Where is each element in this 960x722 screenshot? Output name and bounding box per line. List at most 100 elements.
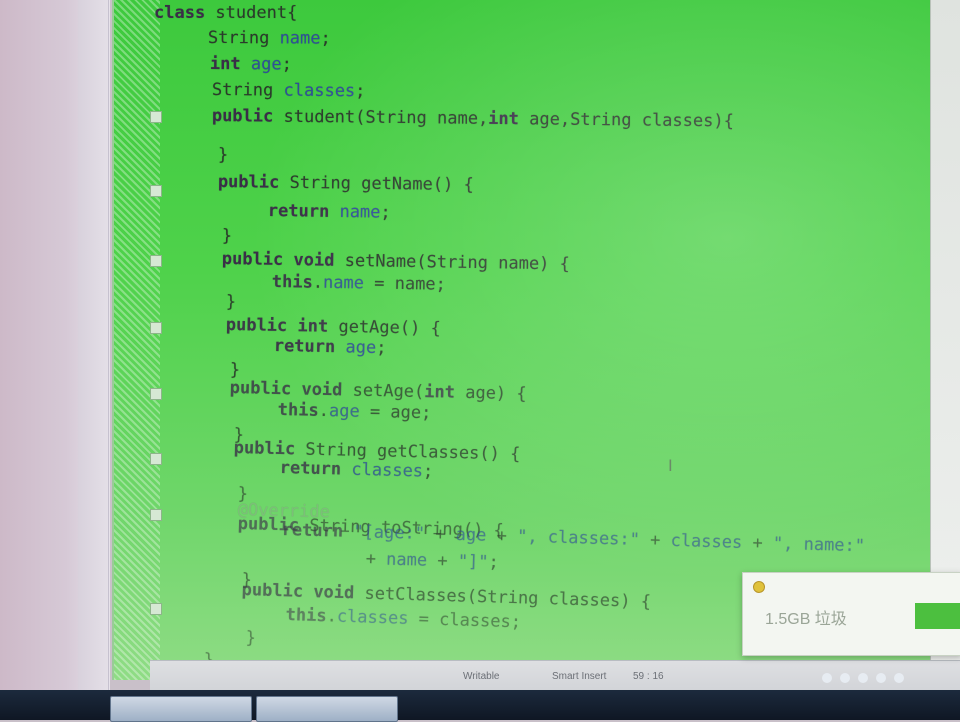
- code-line[interactable]: this.age = age;: [278, 400, 432, 423]
- code-keyword: public: [233, 438, 296, 460]
- tray-icon[interactable]: [840, 673, 850, 683]
- code-keyword: int: [424, 382, 456, 403]
- code-field: name: [385, 549, 428, 571]
- fold-marker-icon[interactable]: [150, 509, 162, 521]
- volume-icon[interactable]: [876, 673, 886, 683]
- code-line[interactable]: return name;: [268, 201, 391, 223]
- code-field: classes: [283, 80, 356, 102]
- text-cursor-icon: I: [668, 456, 673, 475]
- code-line[interactable]: String classes;: [212, 80, 366, 101]
- code-line[interactable]: this.name = name;: [272, 272, 446, 295]
- code-text: +: [486, 525, 518, 547]
- code-text: String: [207, 28, 280, 49]
- editor-gutter: [114, 0, 160, 680]
- code-text: +: [426, 550, 459, 572]
- code-field: age: [455, 524, 487, 546]
- code-keyword: int: [297, 316, 329, 337]
- fold-marker-icon[interactable]: [150, 453, 162, 465]
- code-line[interactable]: public void setName(String name) {: [222, 249, 570, 274]
- code-line[interactable]: public void setAge(int age) {: [230, 378, 527, 404]
- eclipse-left-panel-edge: [78, 0, 109, 690]
- code-line[interactable]: + name + "]";: [365, 549, 499, 573]
- taskbar-app-button[interactable]: [110, 696, 252, 722]
- status-cursor-position: 59 : 16: [633, 671, 664, 682]
- code-text: = age;: [359, 401, 432, 424]
- code-text: String: [211, 80, 284, 101]
- code-field: age: [250, 54, 282, 75]
- code-keyword: public: [217, 172, 280, 193]
- code-text: }: [221, 226, 233, 247]
- code-keyword: return: [281, 520, 344, 542]
- code-line[interactable]: int age;: [210, 54, 292, 75]
- fold-marker-icon[interactable]: [150, 322, 162, 334]
- code-line[interactable]: public int getAge() {: [226, 315, 441, 339]
- code-text: ;: [422, 461, 434, 482]
- code-field: classes: [336, 606, 409, 629]
- code-keyword: return: [279, 458, 342, 480]
- code-line[interactable]: return age;: [274, 336, 387, 358]
- fold-marker-icon[interactable]: [150, 603, 162, 615]
- code-keyword: return: [267, 201, 330, 222]
- code-field: name: [279, 28, 321, 49]
- code-line[interactable]: }: [245, 628, 256, 648]
- code-keyword: void: [293, 250, 335, 271]
- network-icon[interactable]: [894, 673, 904, 683]
- cleanup-notification[interactable]: 1.5GB 垃圾: [742, 572, 960, 656]
- code-field: age: [345, 337, 377, 358]
- fold-marker-icon[interactable]: [150, 388, 162, 400]
- code-text: ;: [281, 54, 292, 75]
- code-text: = name;: [363, 273, 447, 295]
- code-text: +: [741, 532, 774, 554]
- code-field: name: [339, 202, 381, 223]
- status-mode: Writable: [463, 671, 500, 682]
- code-keyword: public: [221, 249, 284, 270]
- code-text: age) {: [454, 382, 527, 405]
- fold-marker-icon[interactable]: [150, 185, 162, 197]
- code-line[interactable]: }: [218, 145, 228, 165]
- code-line[interactable]: class student{: [154, 3, 297, 23]
- code-keyword: this: [277, 400, 319, 421]
- code-line[interactable]: this.classes = classes;: [285, 605, 521, 632]
- code-text: setAge(: [342, 380, 425, 403]
- code-field: age: [328, 401, 360, 422]
- code-keyword: int: [209, 54, 241, 75]
- code-line[interactable]: }: [226, 292, 237, 312]
- code-text: +: [424, 524, 456, 545]
- code-string: ", classes:": [516, 526, 641, 550]
- taskbar-app-button-eclipse[interactable]: [256, 696, 398, 722]
- code-line[interactable]: return classes;: [280, 458, 434, 482]
- fold-marker-icon[interactable]: [150, 255, 162, 267]
- code-keyword: class: [154, 3, 206, 23]
- app-logo-icon: [753, 581, 765, 593]
- code-line[interactable]: }: [222, 226, 233, 246]
- code-field: classes: [670, 530, 743, 553]
- code-keyword: this: [271, 272, 313, 293]
- code-keyword: return: [273, 336, 336, 358]
- clean-now-button[interactable]: [915, 603, 960, 629]
- code-string: "[age:": [353, 522, 426, 544]
- code-line[interactable]: String name;: [208, 28, 331, 49]
- code-text: getAge() {: [328, 316, 441, 339]
- fold-marker-icon[interactable]: [150, 111, 162, 123]
- code-text: .: [312, 272, 324, 293]
- tray-icon[interactable]: [858, 673, 868, 683]
- code-keyword: public: [225, 315, 288, 337]
- code-keyword: int: [488, 108, 520, 130]
- status-bar: Writable Smart Insert 59 : 16: [150, 660, 960, 691]
- code-line[interactable]: public student(String name,int age,Strin…: [212, 106, 734, 131]
- code-text: String getName() {: [279, 172, 474, 196]
- code-text: +: [639, 530, 671, 551]
- code-text: }: [225, 292, 237, 313]
- code-text: +: [365, 549, 387, 570]
- tray-icon[interactable]: [822, 673, 832, 683]
- code-string: ", name:": [772, 533, 866, 557]
- code-line[interactable]: public String getName() {: [218, 172, 474, 195]
- code-keyword: this: [285, 605, 327, 627]
